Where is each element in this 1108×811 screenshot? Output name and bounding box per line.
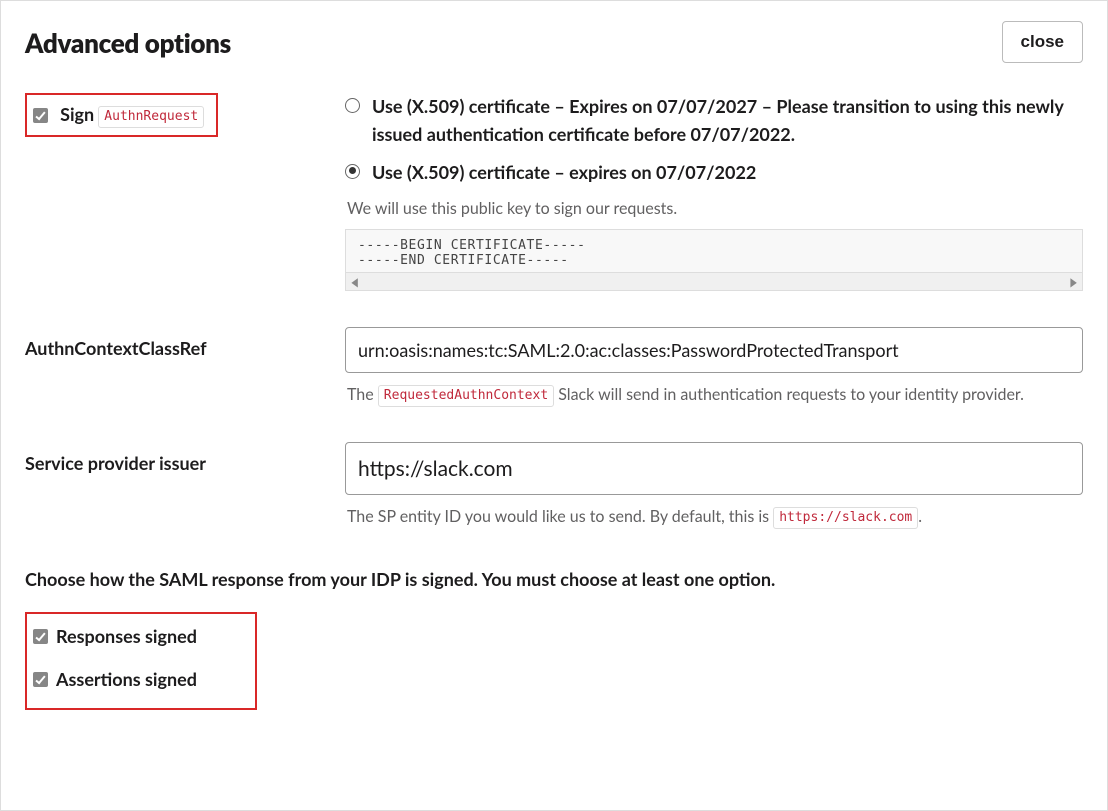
assertions-signed-label: Assertions signed	[56, 667, 197, 692]
advanced-options-panel: Advanced options close Sign AuthnRequest…	[0, 0, 1108, 811]
sign-label: Sign	[60, 103, 94, 125]
sign-authnrequest-checkbox[interactable]	[33, 108, 48, 123]
authncontextclassref-label: AuthnContextClassRef	[25, 327, 335, 359]
panel-header: Advanced options close	[25, 21, 1083, 63]
cert-option-2[interactable]: Use (X.509) certificate – expires on 07/…	[345, 159, 1083, 187]
saml-signing-note: Choose how the SAML response from your I…	[25, 568, 1083, 590]
sp-issuer-hint: The SP entity ID you would like us to se…	[347, 505, 1083, 530]
assertions-signed-checkbox[interactable]	[33, 672, 48, 687]
authncontextclassref-hint: The RequestedAuthnContext Slack will sen…	[347, 383, 1083, 408]
sp-issuer-input[interactable]	[345, 442, 1083, 495]
responses-signed-label: Responses signed	[56, 624, 197, 649]
responses-signed-row[interactable]: Responses signed	[33, 624, 225, 649]
sp-issuer-row: Service provider issuer The SP entity ID…	[25, 442, 1083, 538]
certificate-textarea[interactable]: -----BEGIN CERTIFICATE----- -----END CER…	[345, 229, 1083, 273]
sign-authnrequest-highlight: Sign AuthnRequest	[25, 93, 218, 137]
sp-issuer-label: Service provider issuer	[25, 442, 335, 474]
requestedauthncontext-code: RequestedAuthnContext	[378, 385, 554, 407]
signing-options-highlight: Responses signed Assertions signed	[25, 612, 257, 710]
authncontextclassref-row: AuthnContextClassRef The RequestedAuthnC…	[25, 327, 1083, 416]
close-button[interactable]: close	[1002, 21, 1083, 63]
page-title: Advanced options	[25, 27, 231, 59]
cert-radio-1[interactable]	[345, 98, 360, 113]
certificate-scrollbar[interactable]	[345, 273, 1083, 291]
authnrequest-code: AuthnRequest	[98, 106, 204, 128]
cert-radio-1-label: Use (X.509) certificate – Expires on 07/…	[372, 93, 1083, 149]
authncontextclassref-input[interactable]	[345, 327, 1083, 373]
cert-radio-2[interactable]	[345, 164, 360, 179]
sign-authnrequest-row: Sign AuthnRequest Use (X.509) certificat…	[25, 93, 1083, 291]
cert-radio-2-label: Use (X.509) certificate – expires on 07/…	[372, 159, 756, 187]
sp-issuer-default-code: https://slack.com	[773, 507, 918, 529]
cert-option-1[interactable]: Use (X.509) certificate – Expires on 07/…	[345, 93, 1083, 149]
assertions-signed-row[interactable]: Assertions signed	[33, 667, 225, 692]
sign-hint: We will use this public key to sign our …	[347, 197, 1083, 222]
responses-signed-checkbox[interactable]	[33, 629, 48, 644]
